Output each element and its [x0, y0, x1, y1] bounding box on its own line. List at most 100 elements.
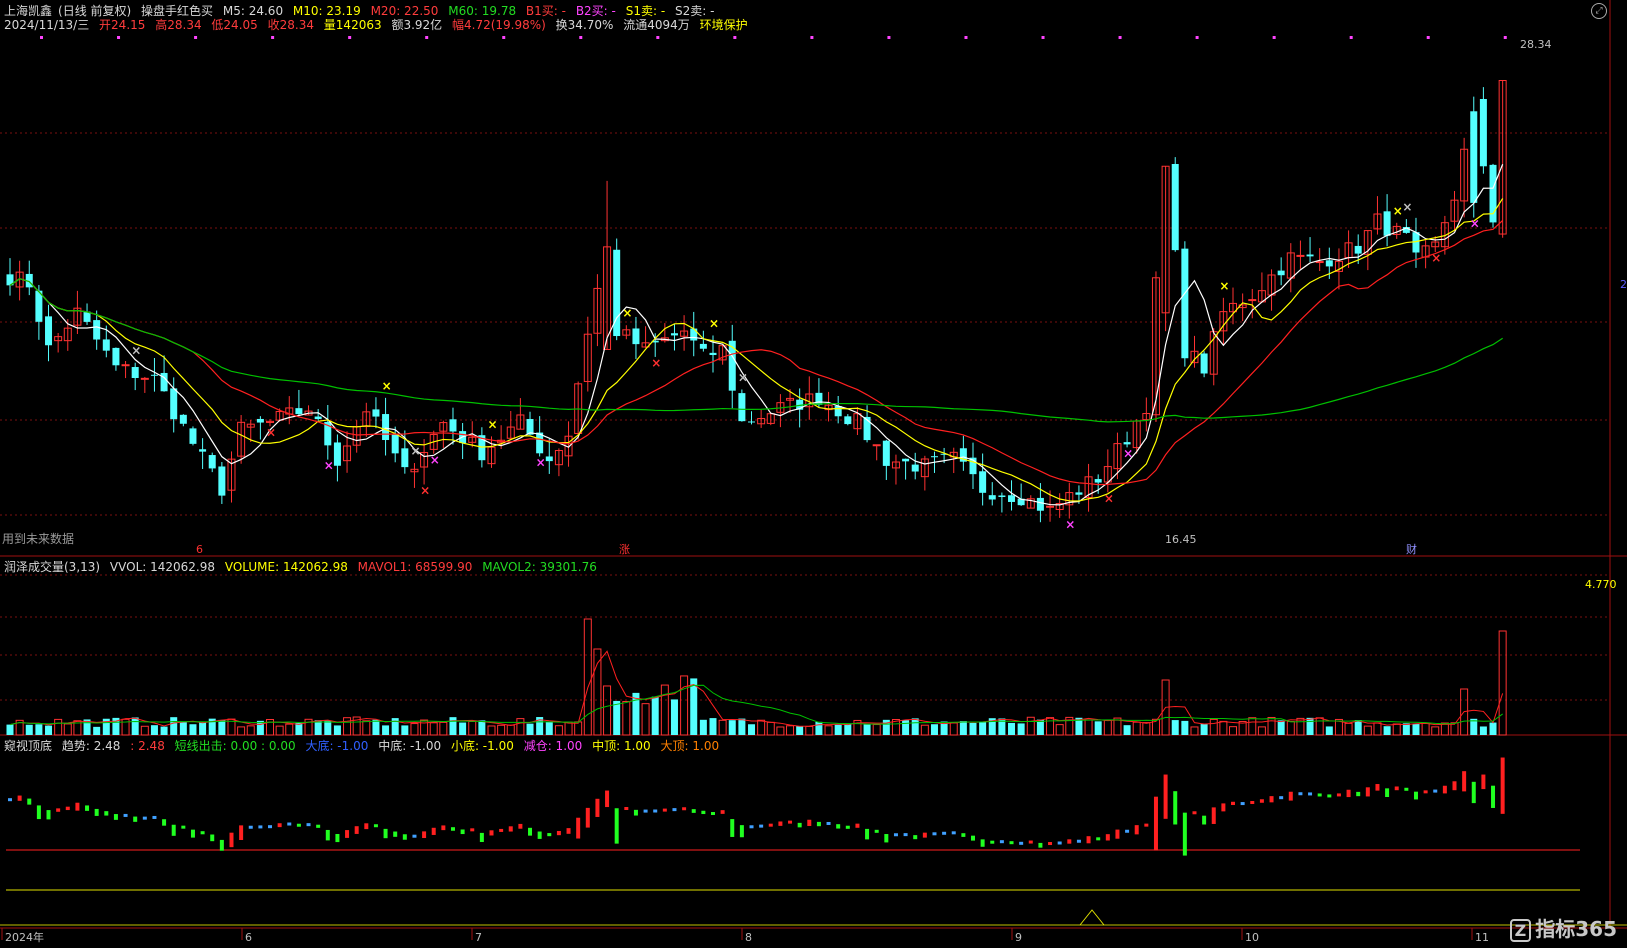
candle-body	[121, 364, 130, 367]
chart-canvas[interactable]: ×××××××××××××××××× ××× 2024年 6 7 8 9 10 11 28.3…	[0, 0, 1627, 948]
volume-bar	[516, 718, 525, 736]
trend-bar	[922, 832, 927, 838]
trend-bar	[1452, 781, 1457, 791]
signal-x-mark: ×	[651, 356, 661, 370]
signal-x-mark: ×	[430, 453, 440, 467]
trend-bar	[152, 815, 157, 819]
signal-x-mark: ×	[1431, 251, 1441, 265]
volume-bar	[1094, 721, 1102, 735]
trend-bar	[768, 823, 773, 827]
candle-body	[295, 408, 303, 415]
volume-bar	[439, 721, 448, 736]
volume-bar	[574, 721, 583, 736]
trend-bar	[441, 825, 446, 831]
candle-body	[1277, 270, 1285, 276]
trend-bar	[1481, 774, 1486, 790]
event-marker-6[interactable]: 6	[196, 543, 203, 556]
top-signal-dot	[425, 36, 429, 39]
trend-bar	[142, 816, 147, 820]
trend-bar	[1163, 774, 1168, 819]
volume-bar	[497, 724, 506, 736]
trend-bar	[162, 819, 167, 826]
trend-bar	[1336, 793, 1341, 797]
trend-bar	[903, 833, 908, 837]
volume-bar	[189, 724, 197, 735]
trend-bar	[845, 825, 850, 829]
trend-bar	[778, 821, 783, 826]
trend-bar	[951, 831, 956, 835]
trend-bar	[749, 825, 754, 829]
candle-body	[333, 442, 341, 466]
volume-bar	[131, 717, 139, 735]
trend-bar	[1375, 784, 1380, 791]
candle-body	[709, 352, 717, 356]
volume-bar	[1498, 630, 1507, 736]
trend-bar	[345, 830, 350, 838]
trend-bar	[422, 831, 427, 839]
volume-bar	[1229, 726, 1238, 736]
brand-logo: Z 指标365	[1509, 913, 1617, 942]
trend-bar	[1076, 839, 1081, 843]
trend-bar	[1086, 836, 1091, 844]
volume-bar	[930, 724, 938, 735]
trend-bar	[1221, 803, 1226, 812]
candle-body	[1325, 260, 1333, 267]
volume-bar	[1344, 722, 1353, 736]
volume-bar	[170, 717, 178, 735]
volume-bar	[459, 722, 467, 735]
volume-bar	[487, 725, 496, 736]
trend-bar	[1259, 799, 1264, 803]
trend-bar	[913, 835, 918, 840]
x-tick-label: 6	[245, 931, 252, 944]
volume-bar	[1267, 716, 1276, 736]
trend-bar	[17, 795, 22, 801]
volume-bar	[660, 684, 669, 736]
trend-bar	[431, 827, 436, 835]
logo-icon: Z	[1509, 919, 1532, 942]
trend-bar	[1202, 815, 1207, 825]
volume-bar	[1209, 718, 1218, 736]
signal-x-mark: ×	[382, 379, 392, 393]
volume-bar	[1200, 724, 1208, 735]
volume-bar	[1142, 722, 1151, 736]
volume-bar	[1132, 721, 1141, 736]
candle-body	[1036, 497, 1044, 511]
event-marker-cai[interactable]: 财	[1406, 542, 1417, 556]
trend-bar	[797, 822, 802, 828]
volume-bar	[1479, 726, 1487, 735]
trend-bar	[701, 810, 706, 815]
signal-x-mark: ×	[1065, 518, 1075, 532]
top-signal-dot	[579, 36, 583, 39]
trend-bar	[874, 829, 879, 833]
volume-bar	[478, 720, 486, 735]
volume-bar	[1354, 720, 1362, 735]
trend-bar	[258, 825, 263, 829]
trend-bar	[1317, 793, 1322, 797]
event-marker-zhang[interactable]: 涨	[619, 543, 630, 556]
candle-body	[815, 392, 823, 405]
trend-bar	[75, 802, 80, 811]
trend-bar	[1394, 786, 1399, 791]
volume-bar	[959, 721, 967, 735]
trend-bar	[691, 809, 696, 813]
volume-bar	[1306, 717, 1314, 735]
trend-bar	[402, 834, 407, 840]
trend-bar	[1462, 771, 1467, 792]
trend-bar	[1211, 807, 1216, 824]
volume-bar	[1286, 721, 1295, 736]
trend-bar	[1115, 829, 1120, 839]
trend-bar	[518, 823, 523, 829]
trend-bar	[181, 825, 186, 829]
trend-bar	[614, 808, 619, 844]
volume-bar	[583, 618, 592, 736]
trend-bar	[393, 831, 398, 837]
trend-bar	[113, 814, 118, 820]
mavol1-line	[9, 650, 1504, 727]
volume-bar	[1008, 722, 1016, 735]
trend-bar	[325, 829, 330, 841]
trend-bar	[94, 808, 99, 816]
trend-bar	[450, 827, 455, 831]
candle-body	[170, 388, 178, 420]
volume-bar	[718, 719, 727, 736]
x-tick-label: 10	[1245, 931, 1259, 944]
